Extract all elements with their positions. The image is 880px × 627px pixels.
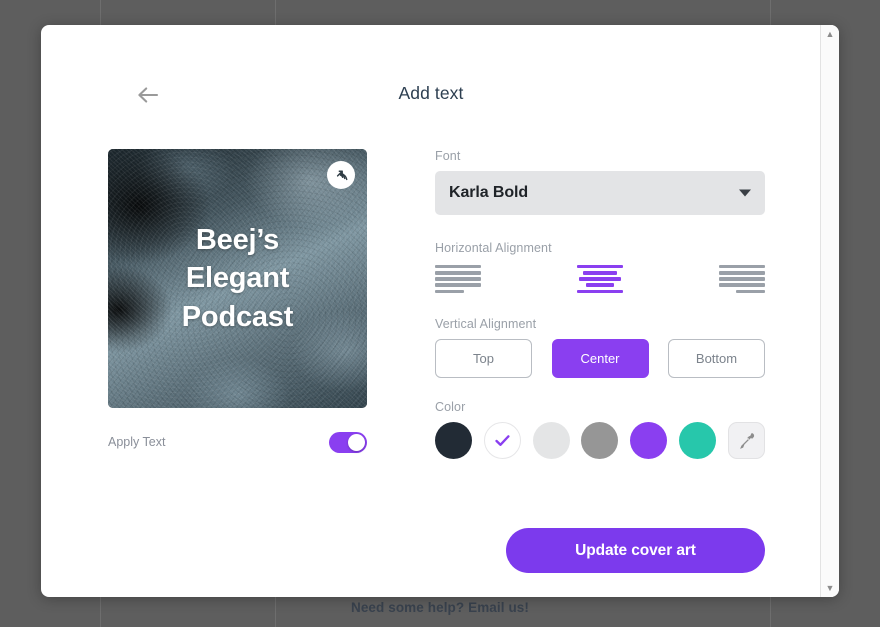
vertical-alignment-group: Top Center Bottom — [435, 339, 765, 378]
font-label: Font — [435, 149, 461, 163]
color-swatch-light-gray[interactable] — [532, 422, 570, 459]
cover-art-image: Beej’s Elegant Podcast — [108, 149, 367, 408]
cover-title-line: Elegant — [185, 262, 290, 295]
color-swatch-white-selected[interactable] — [483, 422, 521, 459]
check-icon — [495, 435, 510, 446]
modal-content: Add text Beej’s Elegant Podcast Apply Te… — [41, 25, 821, 597]
font-select-value: Karla Bold — [449, 184, 529, 201]
cover-title-line: Beej’s — [195, 224, 280, 257]
color-swatch-dark[interactable] — [435, 422, 472, 459]
valign-bottom-button[interactable]: Bottom — [668, 339, 765, 378]
vertical-alignment-label: Vertical Alignment — [435, 317, 537, 331]
align-left-icon[interactable] — [435, 263, 481, 295]
eyedropper-button[interactable] — [727, 422, 765, 459]
color-label: Color — [435, 400, 466, 414]
chevron-down-icon — [739, 189, 751, 197]
scroll-up-arrow-icon[interactable]: ▲ — [821, 25, 839, 43]
cover-art-title: Beej’s Elegant Podcast — [108, 149, 367, 408]
scroll-down-arrow-icon[interactable]: ▼ — [821, 579, 839, 597]
modal-scrollbar[interactable]: ▲ ▼ — [820, 25, 839, 597]
font-select[interactable]: Karla Bold — [435, 171, 765, 215]
color-swatch-purple[interactable] — [630, 422, 668, 459]
cta-row: Update cover art — [435, 528, 765, 573]
page-title: Add text — [398, 83, 464, 103]
horizontal-alignment-label: Horizontal Alignment — [435, 241, 552, 255]
toggle-knob — [348, 433, 365, 451]
eyedropper-icon — [740, 433, 755, 449]
apply-text-label: Apply Text — [108, 435, 166, 449]
cover-art-preview[interactable]: Beej’s Elegant Podcast — [108, 149, 367, 408]
help-email-link[interactable]: Need some help? Email us! — [0, 600, 880, 615]
apply-text-toggle[interactable] — [329, 431, 367, 453]
align-center-icon[interactable] — [577, 263, 623, 295]
valign-top-button[interactable]: Top — [435, 339, 532, 378]
color-swatch-group — [435, 422, 765, 459]
cover-title-line: Podcast — [181, 300, 294, 333]
apply-text-row: Apply Text — [108, 425, 367, 459]
update-cover-art-button[interactable]: Update cover art — [506, 528, 765, 573]
text-settings-panel: Font Karla Bold Horizontal Alignment Ver… — [435, 149, 765, 459]
color-swatch-teal[interactable] — [679, 422, 717, 459]
add-text-modal: Add text Beej’s Elegant Podcast Apply Te… — [41, 25, 839, 597]
valign-center-button[interactable]: Center — [551, 339, 649, 378]
color-swatch-gray[interactable] — [581, 422, 619, 459]
horizontal-alignment-group — [435, 263, 765, 295]
align-right-icon[interactable] — [719, 263, 765, 295]
